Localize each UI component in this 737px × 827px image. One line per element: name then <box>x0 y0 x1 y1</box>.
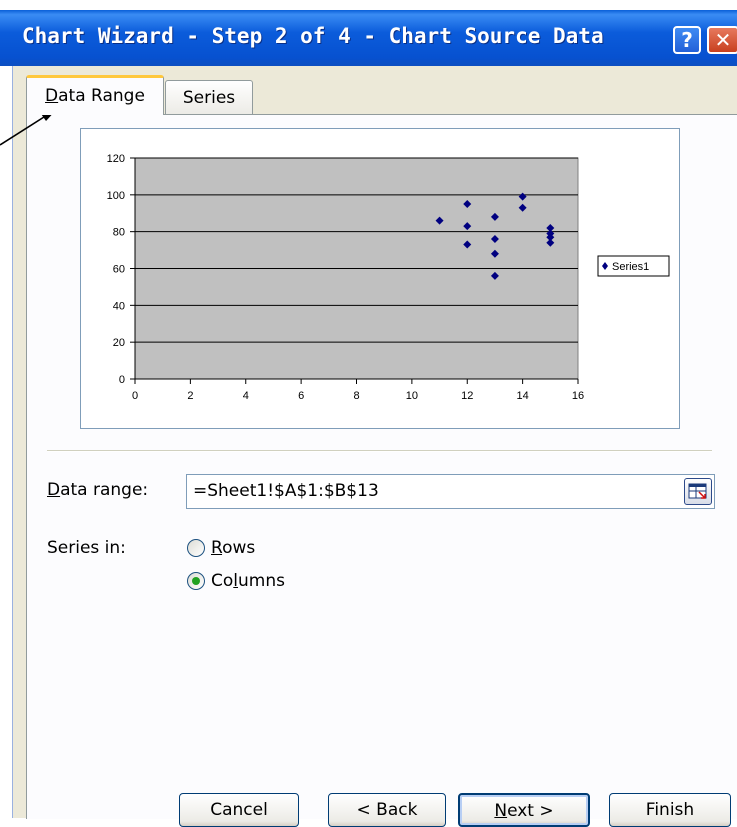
data-range-label: Data range: <box>47 480 148 500</box>
y-axis-ticks: 0 20 40 60 80 100 120 <box>107 153 135 386</box>
collapse-dialog-button[interactable] <box>684 478 712 505</box>
data-range-label-mnemonic: D <box>47 480 61 500</box>
chart-svg: 0 20 40 60 80 100 120 0 2 4 6 8 10 12 14 16 Series1 <box>107 153 670 402</box>
chart-preview: 0 20 40 60 80 100 120 0 2 4 6 8 10 12 14 16 Series1 <box>80 128 680 429</box>
separator <box>47 450 712 452</box>
x-tick-label: 12 <box>461 390 473 402</box>
columns-label-suffix: umns <box>238 571 285 591</box>
x-tick-label: 14 <box>517 390 529 402</box>
rows-label-mnemonic: R <box>211 538 223 558</box>
back-button[interactable]: < Back <box>328 793 446 827</box>
title-bar[interactable]: Chart Wizard - Step 2 of 4 - Chart Sourc… <box>0 10 737 66</box>
rows-label-text: ows <box>222 538 256 558</box>
x-tick-label: 0 <box>132 390 138 402</box>
range-select-icon <box>688 483 707 499</box>
y-tick-label: 80 <box>113 227 125 239</box>
x-tick-label: 8 <box>353 390 359 402</box>
x-tick-label: 10 <box>406 390 418 402</box>
cancel-button[interactable]: Cancel <box>179 793 299 827</box>
tab-data-range-label: ata Range <box>58 86 145 106</box>
y-tick-label: 0 <box>119 374 125 386</box>
y-tick-label: 60 <box>113 264 125 276</box>
close-icon[interactable]: ✕ <box>707 26 737 54</box>
rows-label[interactable]: Rows <box>211 538 255 558</box>
y-tick-label: 20 <box>113 337 125 349</box>
x-tick-label: 2 <box>187 390 193 402</box>
x-tick-label: 16 <box>572 390 584 402</box>
tab-series-label: Series <box>182 88 236 108</box>
chart-wizard-dialog: Chart Wizard - Step 2 of 4 - Chart Sourc… <box>0 0 737 827</box>
x-axis-ticks: 0 2 4 6 8 10 12 14 16 <box>132 379 584 402</box>
y-tick-label: 100 <box>107 190 125 202</box>
y-tick-label: 120 <box>107 153 125 165</box>
columns-label[interactable]: Columns <box>211 571 285 591</box>
next-button[interactable]: Next > <box>458 793 590 827</box>
next-button-label: ext > <box>507 801 554 821</box>
y-tick-label: 40 <box>113 300 125 312</box>
data-range-value: =Sheet1!$A$1:$B$13 <box>193 481 379 501</box>
help-icon[interactable]: ? <box>673 26 701 54</box>
data-range-label-text: ata range: <box>60 480 149 500</box>
columns-label-prefix: Co <box>211 571 234 591</box>
series-in-label: Series in: <box>47 538 126 558</box>
data-range-field[interactable]: =Sheet1!$A$1:$B$13 <box>186 474 715 509</box>
legend: Series1 <box>597 255 670 277</box>
columns-radio[interactable] <box>187 572 205 590</box>
x-tick-label: 4 <box>243 390 249 402</box>
finish-button[interactable]: Finish <box>609 793 731 827</box>
tab-data-range[interactable]: Data Range <box>26 75 164 115</box>
tab-data-range-mnemonic: D <box>45 86 59 106</box>
x-tick-label: 6 <box>298 390 304 402</box>
next-button-mnemonic: N <box>494 801 508 821</box>
tab-series[interactable]: Series <box>165 80 253 114</box>
window-title: Chart Wizard - Step 2 of 4 - Chart Sourc… <box>22 24 604 48</box>
rows-radio[interactable] <box>187 539 205 557</box>
legend-series1-label: Series1 <box>612 261 649 273</box>
